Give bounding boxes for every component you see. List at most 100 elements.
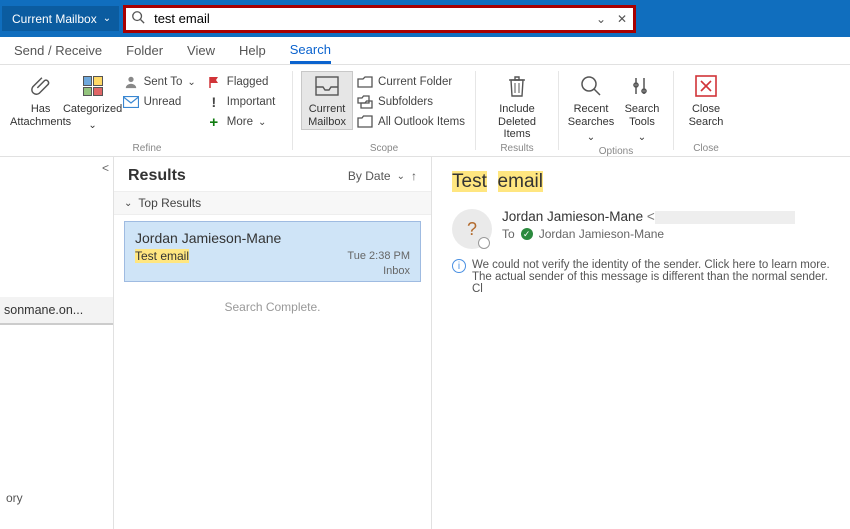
important-label: Important	[227, 96, 276, 108]
title-bar: Current Mailbox ⌄ ⌄ ✕	[0, 0, 850, 37]
results-heading: Results	[128, 167, 186, 185]
current-mailbox-label: Current Mailbox	[303, 103, 351, 128]
sent-to-button[interactable]: Sent To ⌄	[121, 73, 198, 91]
message-time: Tue 2:38 PM	[347, 250, 410, 262]
list-header: Results By Date ⌄ ↑	[114, 157, 431, 191]
categorized-label: Categorized	[63, 103, 122, 116]
search-scope-dropdown[interactable]: Current Mailbox ⌄	[2, 6, 119, 31]
to-label: To	[502, 227, 515, 241]
include-deleted-label: Include Deleted Items	[484, 103, 550, 141]
plus-icon: +	[206, 114, 222, 130]
search-history-icon	[574, 73, 608, 99]
from-name: Jordan Jamieson-Mane	[502, 209, 643, 224]
top-results-label: Top Results	[138, 196, 201, 210]
sender-identity-infobar[interactable]: i We could not verify the identity of th…	[452, 259, 840, 295]
close-x-icon	[689, 73, 723, 99]
current-folder-label: Current Folder	[378, 76, 452, 88]
sent-to-label: Sent To	[144, 76, 183, 88]
chevron-down-icon: ⌄	[124, 198, 132, 209]
unread-label: Unread	[144, 96, 182, 108]
group-results: Include Deleted Items Results	[476, 65, 558, 156]
all-outlook-items-button[interactable]: All Outlook Items	[355, 113, 467, 131]
categories-icon	[76, 73, 110, 99]
chevron-down-icon: ⌄	[258, 117, 266, 128]
envelope-icon	[123, 94, 139, 110]
message-folder: Inbox	[135, 265, 410, 277]
all-items-icon	[357, 114, 373, 130]
search-tools-button[interactable]: Search Tools ⌄	[617, 71, 667, 146]
important-button[interactable]: ! Important	[204, 93, 278, 111]
recent-searches-button[interactable]: Recent Searches ⌄	[565, 71, 617, 146]
reading-pane: Test email ? Jordan Jamieson-Mane < To ✓…	[432, 157, 850, 529]
tab-folder[interactable]: Folder	[126, 39, 163, 62]
flagged-label: Flagged	[227, 76, 269, 88]
top-results-header[interactable]: ⌄ Top Results	[114, 191, 431, 215]
angle-bracket: <	[647, 209, 655, 224]
group-refine: Has Attachments Categorized ⌄ Sent To ⌄	[2, 65, 292, 156]
message-item[interactable]: Jordan Jamieson-Mane Test email Tue 2:38…	[124, 221, 421, 282]
subfolders-label: Subfolders	[378, 96, 433, 108]
chevron-down-icon: ⌄	[638, 132, 646, 144]
search-tools-label: Search Tools	[619, 103, 665, 128]
group-refine-label: Refine	[133, 143, 162, 156]
group-scope-label: Scope	[370, 143, 398, 156]
verified-icon: ✓	[521, 228, 533, 240]
message-subject: Test email	[135, 249, 189, 263]
all-outlook-items-label: All Outlook Items	[378, 116, 465, 128]
search-scope-label: Current Mailbox	[12, 12, 97, 26]
unread-button[interactable]: Unread	[121, 93, 198, 111]
subject-word-1: Test	[452, 171, 487, 192]
categorized-button[interactable]: Categorized ⌄	[65, 71, 121, 133]
subfolders-icon	[357, 94, 373, 110]
search-input[interactable]	[150, 9, 591, 28]
message-list: Results By Date ⌄ ↑ ⌄ Top Results Jordan…	[114, 157, 432, 529]
search-box[interactable]: ⌄ ✕	[123, 5, 636, 33]
ribbon: Has Attachments Categorized ⌄ Sent To ⌄	[0, 65, 850, 157]
account-node[interactable]: sonmane.on...	[0, 297, 113, 325]
tab-search[interactable]: Search	[290, 38, 331, 64]
chevron-down-icon: ⌄	[187, 77, 195, 88]
sort-direction-icon[interactable]: ↑	[411, 169, 417, 183]
search-complete-label: Search Complete.	[114, 286, 431, 328]
current-folder-button[interactable]: Current Folder	[355, 73, 467, 91]
has-attachments-button[interactable]: Has Attachments	[17, 71, 65, 130]
chevron-down-icon: ⌄	[397, 171, 405, 182]
more-button[interactable]: + More ⌄	[204, 113, 278, 131]
tab-send-receive[interactable]: Send / Receive	[14, 39, 102, 62]
tab-help[interactable]: Help	[239, 39, 266, 62]
message-from: Jordan Jamieson-Mane	[135, 230, 410, 246]
sort-label: By Date	[348, 169, 391, 183]
info-line-2: The actual sender of this message is dif…	[472, 271, 840, 295]
trash-icon	[500, 73, 534, 99]
search-icon	[126, 10, 150, 27]
clear-search-icon[interactable]: ✕	[611, 12, 633, 26]
to-line: To ✓ Jordan Jamieson-Mane	[502, 227, 795, 241]
tab-view[interactable]: View	[187, 39, 215, 62]
ribbon-tabs: Send / Receive Folder View Help Search	[0, 37, 850, 65]
info-icon: i	[452, 259, 466, 273]
chevron-down-icon: ⌄	[587, 132, 595, 144]
group-close-label: Close	[693, 143, 719, 156]
history-node[interactable]: ory	[0, 487, 113, 509]
from-email-redacted	[655, 211, 795, 224]
content-area: < sonmane.on... ory Results By Date ⌄ ↑ …	[0, 157, 850, 529]
tools-icon	[625, 73, 659, 99]
close-search-button[interactable]: Close Search	[680, 71, 732, 130]
paperclip-icon	[24, 73, 58, 99]
person-icon	[123, 74, 139, 90]
recent-searches-label: Recent Searches	[567, 103, 615, 128]
folder-pane: < sonmane.on... ory	[0, 157, 114, 529]
subject-word-2: email	[498, 171, 543, 192]
flagged-button[interactable]: Flagged	[204, 73, 278, 91]
search-options-chevron-icon[interactable]: ⌄	[591, 12, 611, 26]
subfolders-button[interactable]: Subfolders	[355, 93, 467, 111]
include-deleted-button[interactable]: Include Deleted Items	[482, 71, 552, 143]
current-mailbox-button[interactable]: Current Mailbox	[301, 71, 353, 130]
folder-icon	[357, 74, 373, 90]
collapse-pane-icon[interactable]: <	[102, 161, 109, 175]
sort-button[interactable]: By Date ⌄ ↑	[348, 169, 417, 183]
close-search-label: Close Search	[682, 103, 730, 128]
group-scope: Current Mailbox Current Folder Subfolder…	[293, 65, 475, 156]
email-subject: Test email	[452, 171, 840, 193]
group-results-label: Results	[500, 143, 533, 156]
